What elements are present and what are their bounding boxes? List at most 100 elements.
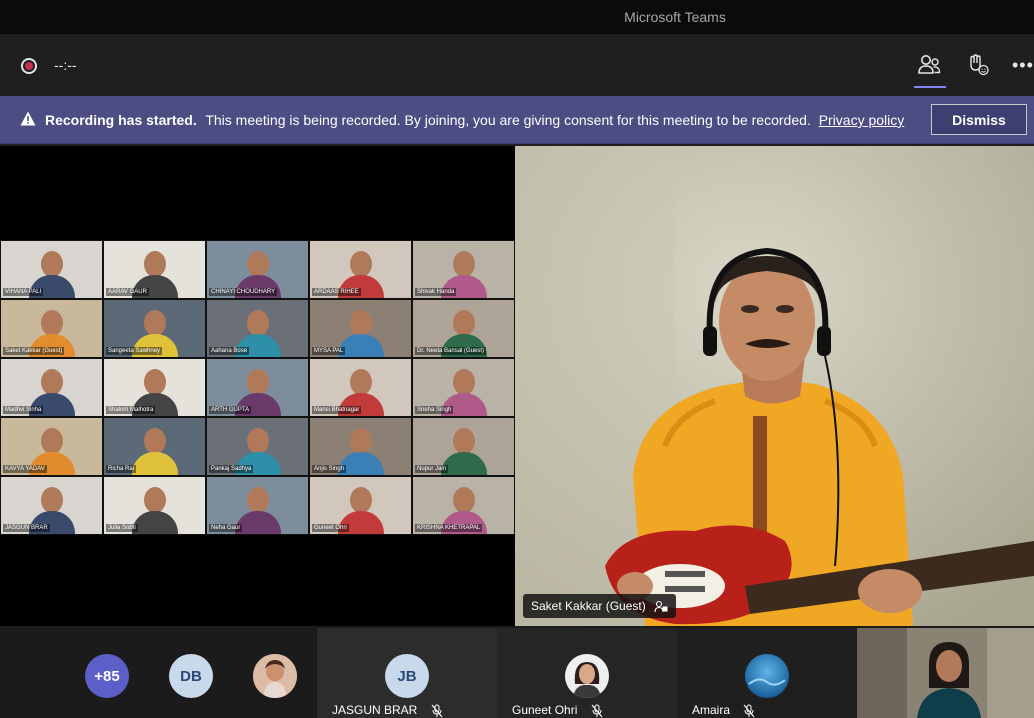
participant-avatar-jb: JB	[385, 654, 429, 698]
shared-tile-name: ARTH GUPTA	[209, 406, 252, 414]
mic-off-icon	[431, 704, 443, 718]
participant-face	[40, 369, 63, 395]
participant-face	[349, 487, 372, 513]
privacy-policy-link[interactable]: Privacy policy	[819, 112, 905, 128]
participant-tile-guneet-ohri[interactable]: Guneet Ohri	[497, 628, 677, 718]
participant-video-image	[857, 628, 1034, 718]
banner-text: This meeting is being recorded. By joini…	[205, 112, 811, 128]
participant-avatar-amaira	[745, 654, 789, 698]
raise-hand-icon	[970, 54, 989, 76]
window-title: Microsoft Teams	[624, 9, 726, 25]
main-video-name-label: Saket Kakkar (Guest)	[523, 594, 676, 618]
shared-tile-name: Dr. Neeta Bansal (Guest)	[415, 347, 487, 355]
avatar-photo-image	[253, 654, 297, 698]
shared-tile-name: Shivak Handa	[415, 288, 457, 296]
participant-face	[143, 487, 166, 513]
participant-body	[131, 452, 178, 475]
participant-face	[143, 428, 166, 454]
participant-avatar-photo[interactable]	[253, 654, 297, 698]
participant-face	[40, 487, 63, 513]
participant-face	[246, 487, 269, 513]
shared-tile-name: Pankaj Sadhya	[209, 465, 254, 473]
shared-tile-name: MYSA PAL	[312, 347, 346, 355]
show-participants-button[interactable]	[914, 50, 946, 88]
participant-face	[349, 310, 372, 336]
banner-message: Recording has started. This meeting is b…	[45, 112, 904, 128]
participant-face	[349, 251, 372, 277]
main-video-feed[interactable]	[515, 146, 1034, 626]
shared-tile-name: AARAV GAUR	[106, 288, 149, 296]
overflow-participants-button[interactable]: +85	[85, 654, 129, 698]
shared-tile-name: Julia Sobti	[106, 524, 138, 532]
shared-video-tile: Guneet Ohri	[309, 476, 412, 535]
shared-video-tile: Richa Rai	[103, 417, 206, 476]
shared-tile-name: Richa Rai	[106, 465, 137, 473]
participant-face	[40, 251, 63, 277]
shared-video-tile: MYSA PAL	[309, 299, 412, 358]
shared-video-tile: Anjis Singh	[309, 417, 412, 476]
meeting-timer: --:--	[54, 57, 77, 73]
shared-video-tile: Dr. Neeta Bansal (Guest)	[412, 299, 515, 358]
recording-indicator-icon	[21, 58, 37, 74]
raise-hand-button[interactable]	[963, 50, 993, 80]
shared-tile-name: Neha Gaur	[209, 524, 243, 532]
shared-tile-name: Sneha Singh	[415, 406, 454, 414]
shared-video-tile: Shivak Handa	[412, 240, 515, 299]
participant-face	[246, 251, 269, 277]
recording-banner: Recording has started. This meeting is b…	[0, 96, 1034, 144]
participant-face	[143, 310, 166, 336]
participant-tile-jasgun-brar[interactable]: JB JASGUN BRAR	[317, 628, 497, 718]
shared-video-tile: CHINAYI CHOUDHARY	[206, 240, 309, 299]
shared-video-tile: Neha Gaur	[206, 476, 309, 535]
shared-video-tile: Sangeeta Sawhney	[103, 299, 206, 358]
participant-name-label: JASGUN BRAR	[332, 703, 443, 718]
shared-video-tile: Nupur Jain	[412, 417, 515, 476]
shared-video-tile: Madhvi Sinha	[0, 358, 103, 417]
shared-tile-name: VIHANA PALI	[3, 288, 44, 296]
shared-tile-name: Anjis Singh	[312, 465, 347, 473]
guest-icon	[654, 600, 668, 612]
title-bar: Microsoft Teams	[0, 0, 1034, 34]
shared-video-tile: ARTH GUPTA	[206, 358, 309, 417]
shared-video-tile: Mansi Bhatnagar	[309, 358, 412, 417]
participant-face	[452, 310, 475, 336]
participant-tile-amaira[interactable]: Amaira	[677, 628, 857, 718]
dismiss-button[interactable]: Dismiss	[931, 104, 1027, 135]
participant-face	[452, 487, 475, 513]
banner-heading: Recording has started.	[45, 112, 197, 128]
mic-off-icon	[743, 704, 755, 718]
avatar-photo-image	[565, 654, 609, 698]
participant-avatar-guneet-ohri	[565, 654, 609, 698]
participant-face	[40, 310, 63, 336]
warning-icon	[20, 111, 36, 126]
shared-video-tile: Julia Sobti	[103, 476, 206, 535]
participant-face	[143, 369, 166, 395]
participant-video-tile[interactable]	[857, 628, 1034, 718]
shared-tile-name: CHINAYI CHOUDHARY	[209, 288, 278, 296]
shared-video-tile: AARAV GAUR	[103, 240, 206, 299]
participant-face	[143, 251, 166, 277]
avatar-photo-image	[745, 654, 789, 698]
shared-tile-name: Guneet Ohri	[312, 524, 349, 532]
shared-tile-name: KAVYA YADAV	[3, 465, 47, 473]
mic-off-icon	[591, 704, 603, 718]
participant-name: Guneet Ohri	[512, 703, 578, 718]
shared-video-tile: JASGUN BRAR	[0, 476, 103, 535]
video-feed-image	[515, 146, 1034, 626]
participant-face	[246, 369, 269, 395]
participant-name: Amaira	[692, 703, 731, 718]
participant-avatar-db[interactable]: DB	[169, 654, 213, 698]
participant-name-label: Guneet Ohri	[512, 703, 603, 718]
shared-video-tile: Aahana Bose	[206, 299, 309, 358]
meeting-stage: VIHANA PALI AARAV GAUR CHINAYI CHOUDHARY AR…	[0, 146, 1034, 626]
participant-face	[452, 369, 475, 395]
shared-tile-name: KRISHNA KHETRAPAL	[415, 524, 483, 532]
main-video-name: Saket Kakkar (Guest)	[531, 599, 646, 613]
shared-tile-name: Sangeeta Sawhney	[106, 347, 163, 355]
more-options-button[interactable]: •••	[1012, 50, 1034, 80]
shared-video-tile: Pankaj Sadhya	[206, 417, 309, 476]
shared-video-tile: KRISHNA KHETRAPAL	[412, 476, 515, 535]
shared-video-tile: VIHANA PALI	[0, 240, 103, 299]
participant-face	[452, 251, 475, 277]
participant-face	[246, 428, 269, 454]
